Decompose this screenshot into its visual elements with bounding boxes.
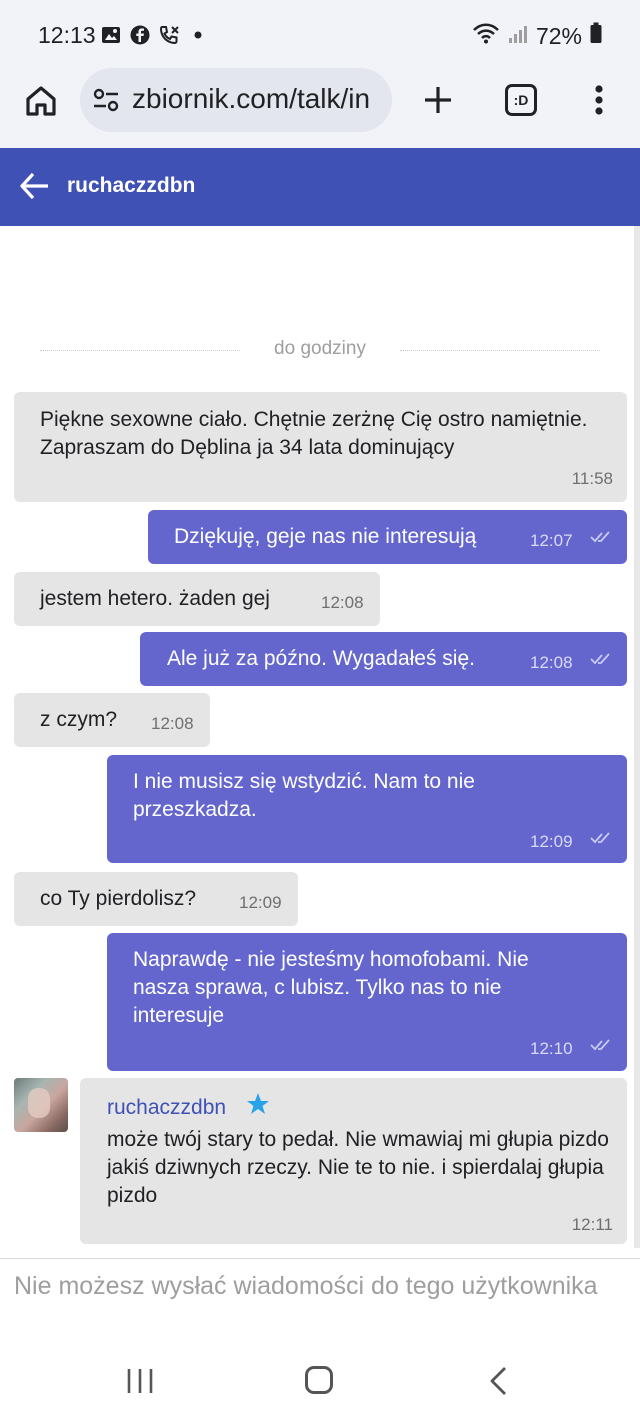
sender-avatar[interactable] <box>14 1078 68 1132</box>
url-text[interactable]: zbiornik.com/talk/in <box>132 83 382 115</box>
message-incoming[interactable]: z czym? 12:08 <box>14 693 210 747</box>
message-time: 12:09 <box>530 832 573 851</box>
system-nav-bar <box>0 1346 640 1422</box>
wifi-icon <box>472 22 500 50</box>
message-text: Naprawdę - nie jesteśmy homofobami. Nie … <box>133 948 529 1027</box>
message-outgoing[interactable]: I nie musisz się wstydzić. Nam to nie pr… <box>107 755 627 863</box>
new-tab-button[interactable] <box>418 80 458 120</box>
message-outgoing[interactable]: Dziękuję, geje nas nie interesują 12:07 <box>148 510 627 564</box>
message-time: 12:08 <box>321 593 364 612</box>
read-receipt-icon <box>590 531 610 543</box>
message-time: 12:10 <box>530 1039 573 1058</box>
message-outgoing[interactable]: Naprawdę - nie jesteśmy homofobami. Nie … <box>107 933 627 1071</box>
message-text: może twój stary to pedał. Nie wmawiaj mi… <box>107 1128 609 1207</box>
dot-icon <box>187 24 209 46</box>
recent-apps-icon[interactable] <box>126 1368 154 1394</box>
home-icon <box>26 86 56 116</box>
message-time: 12:07 <box>530 531 573 550</box>
home-button[interactable] <box>20 80 62 122</box>
tab-switcher-button[interactable]: :D <box>505 84 537 116</box>
battery-percent: 72% <box>535 22 582 49</box>
nav-home-icon[interactable] <box>305 1366 333 1394</box>
message-text: Ale już za późno. Wygadałeś się. <box>167 647 475 670</box>
date-divider-label: do godziny <box>274 338 366 359</box>
plus-icon <box>425 87 451 113</box>
status-time: 12:13 <box>38 22 96 48</box>
message-text: co Ty pierdolisz? <box>40 887 197 910</box>
read-receipt-icon <box>590 1039 610 1051</box>
scrollbar[interactable] <box>634 226 640 1248</box>
call-icon <box>158 24 180 46</box>
chat-partner-name[interactable]: ruchaczzdbn <box>67 174 195 198</box>
browser-menu-button[interactable] <box>584 80 614 120</box>
message-time: 11:58 <box>571 469 613 488</box>
site-settings-icon[interactable] <box>92 86 120 114</box>
read-receipt-icon <box>590 832 610 844</box>
status-notification-icons <box>100 24 209 46</box>
facebook-icon <box>129 24 151 46</box>
message-list[interactable]: do godziny Piękne sexowne ciało. Chętnie… <box>0 226 640 1258</box>
browser-toolbar: zbiornik.com/talk/in :D <box>0 68 640 148</box>
cannot-send-notice: Nie możesz wysłać wiadomości do tego uży… <box>14 1272 598 1300</box>
back-arrow-icon[interactable] <box>18 169 52 203</box>
message-time: 12:11 <box>571 1215 613 1234</box>
nav-back-icon[interactable] <box>486 1366 512 1396</box>
message-incoming[interactable]: co Ty pierdolisz? 12:09 <box>14 872 298 926</box>
read-receipt-icon <box>590 653 610 665</box>
message-time: 12:08 <box>530 653 573 672</box>
message-incoming[interactable]: jestem hetero. żaden gej 12:08 <box>14 572 380 626</box>
sender-name[interactable]: ruchaczzdbn <box>107 1094 226 1122</box>
signal-icon <box>508 23 528 50</box>
message-text: z czym? <box>40 708 118 731</box>
message-time: 12:08 <box>151 714 194 733</box>
message-outgoing[interactable]: Ale już za późno. Wygadałeś się. 12:08 <box>140 632 627 686</box>
message-text: jestem hetero. żaden gej <box>40 587 270 610</box>
message-time: 12:09 <box>239 893 282 912</box>
message-incoming[interactable]: ruchaczzdbn może twój stary to pedał. Ni… <box>80 1078 627 1244</box>
star-verified-icon <box>247 1093 269 1114</box>
chat-header: ruchaczzdbn <box>0 148 640 226</box>
message-text: I nie musisz się wstydzić. Nam to nie pr… <box>133 770 475 821</box>
message-text: Dziękuję, geje nas nie interesują <box>174 525 477 548</box>
footer-divider <box>0 1258 640 1259</box>
gallery-icon <box>100 24 122 46</box>
message-text: Piękne sexowne ciało. Chętnie zerżnę Cię… <box>40 408 588 459</box>
message-incoming[interactable]: Piękne sexowne ciało. Chętnie zerżnę Cię… <box>14 392 627 502</box>
status-bar: 12:13 72% <box>0 0 640 68</box>
date-divider: do godziny <box>40 338 600 362</box>
more-vert-icon <box>595 85 603 115</box>
status-system-icons: 72% <box>472 22 602 50</box>
url-bar[interactable]: zbiornik.com/talk/in <box>80 68 392 132</box>
battery-icon <box>590 22 602 50</box>
